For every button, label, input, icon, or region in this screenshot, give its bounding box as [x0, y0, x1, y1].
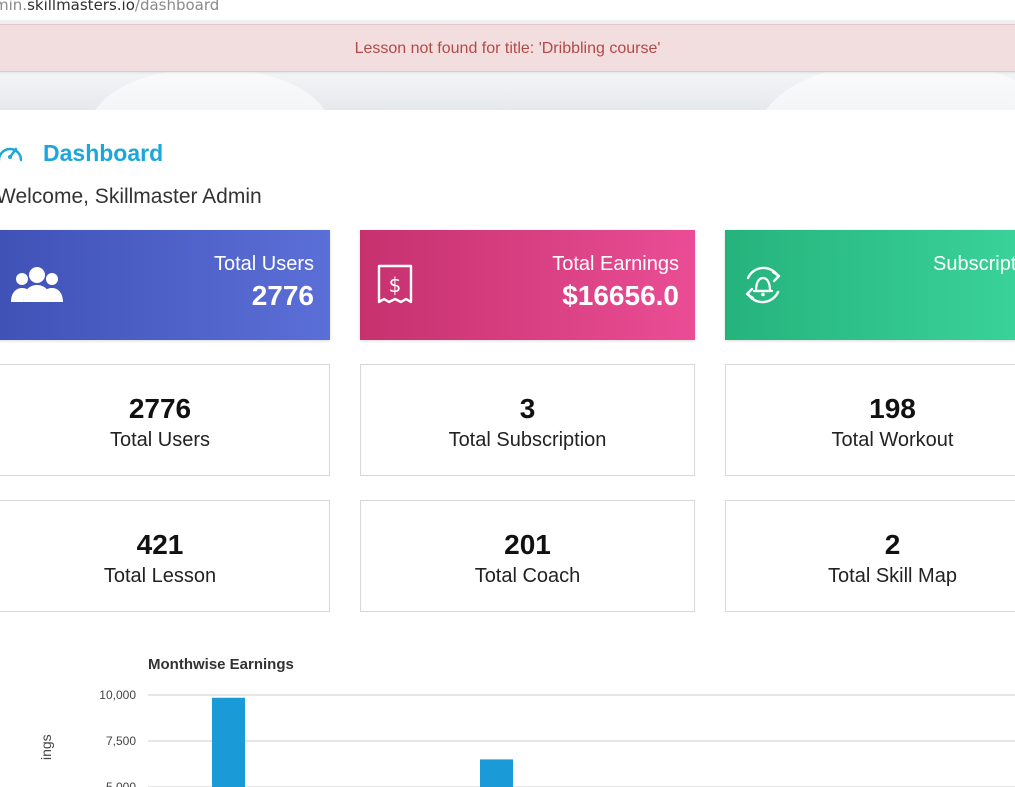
earnings-bar-chart: 10,000 7,500 5,000 [99, 688, 1015, 787]
stat-label: Total Workout [831, 429, 954, 451]
total-users-card[interactable]: Total Users 2776 [0, 230, 330, 340]
refresh-bell-icon [745, 266, 781, 304]
y-tick-label: 5,000 [106, 780, 136, 787]
stat-label: Total Coach [474, 565, 581, 587]
stat-total-skill-map[interactable]: 2 Total Skill Map [725, 500, 1015, 612]
stat-value: 3 [519, 393, 536, 424]
stat-total-workout[interactable]: 198 Total Workout [725, 364, 1015, 476]
speedometer-icon [0, 147, 23, 162]
address-bar[interactable]: min.skillmasters.io/dashboard [0, 0, 1015, 21]
stat-value: 2776 [128, 393, 192, 424]
chart-bar[interactable] [212, 697, 245, 787]
stat-label: Total Users [109, 429, 211, 451]
stat-total-subscription[interactable]: 3 Total Subscription [360, 364, 695, 476]
card-value: 2776 [251, 280, 314, 311]
stat-value: 421 [136, 529, 184, 560]
card-label: Total Earnings [552, 253, 679, 275]
stat-label: Total Skill Map [828, 565, 957, 587]
total-earnings-card[interactable]: $ Total Earnings $16656.0 [360, 230, 695, 340]
stat-total-users[interactable]: 2776 Total Users [0, 364, 330, 476]
chart-title: Monthwise Earnings [148, 656, 294, 673]
card-value: $16656.0 [562, 280, 679, 311]
receipt-dollar-icon: $ [377, 264, 413, 304]
stat-total-lesson[interactable]: 421 Total Lesson [0, 500, 330, 612]
card-label: Subscript [933, 253, 1015, 275]
header-banner: Lesson not found for title: 'Dribbling c… [0, 20, 1015, 200]
welcome-text: Welcome, Skillmaster Admin [0, 185, 262, 208]
banner-decoration [90, 68, 330, 188]
stat-total-coach[interactable]: 201 Total Coach [360, 500, 695, 612]
stat-label: Total Lesson [103, 565, 217, 587]
subscriptions-card[interactable]: Subscript [725, 230, 1015, 340]
users-icon [11, 267, 63, 302]
stat-label: Total Subscription [448, 429, 607, 451]
url-text[interactable]: min.skillmasters.io/dashboard [0, 0, 219, 14]
stat-value: 198 [869, 393, 916, 424]
y-tick-label: 10,000 [99, 688, 136, 702]
svg-text:$: $ [389, 273, 402, 297]
stat-value: 201 [504, 529, 551, 560]
error-alert: Lesson not found for title: 'Dribbling c… [0, 24, 1015, 72]
page-title: Dashboard [43, 140, 164, 166]
y-tick-label: 7,500 [106, 734, 136, 748]
chart-bar[interactable] [480, 759, 513, 787]
card-label: Total Users [213, 253, 314, 275]
stat-value: 2 [884, 529, 901, 560]
banner-decoration [760, 60, 1015, 200]
